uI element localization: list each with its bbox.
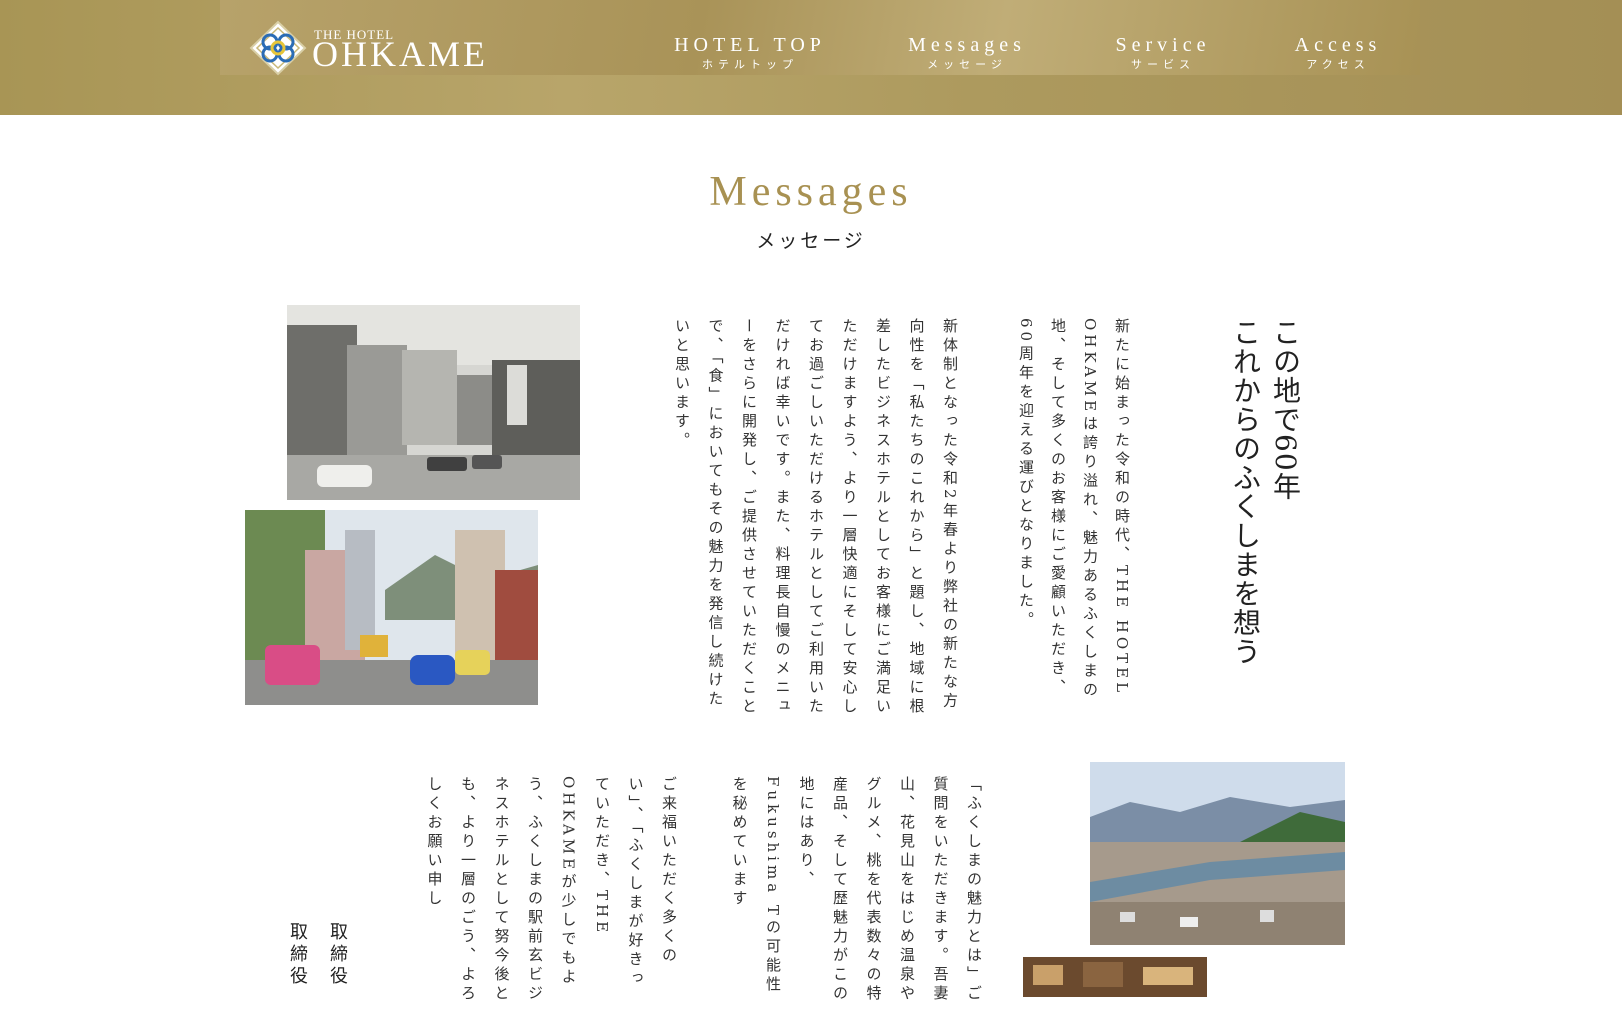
- nav-label-en: Service: [1115, 34, 1211, 56]
- logo-text-main[interactable]: OHKAME: [312, 36, 488, 72]
- city-river-photo: [1090, 762, 1345, 945]
- heading-line-2: これからのふくしまを想う: [1229, 318, 1262, 666]
- nav-label-en: Access: [1294, 34, 1382, 56]
- nav-label-en: Messages: [908, 34, 1026, 56]
- signature-title-1: 取締役: [327, 922, 348, 988]
- nav-label-ja: アクセス: [1306, 58, 1370, 71]
- nav-label-ja: メッセージ: [927, 58, 1007, 71]
- message-paragraph-1: 新たに始まった令和の時代、THE HOTEL OHKAMEは誇り溢れ、魅力あるふ…: [1017, 318, 1131, 701]
- nav-access[interactable]: Access アクセス: [1278, 34, 1398, 72]
- nav-hotel-top[interactable]: HOTEL TOP ホテルトップ: [660, 34, 840, 72]
- message-heading: この地で60年 これからのふくしまを想う: [1225, 318, 1305, 698]
- page-title: Messages: [709, 169, 913, 215]
- message-paragraph-3: 「ふくしまの魅力とは」ご質問をいただきます。吾妻山、花見山をはじめ温泉やグルメ、…: [730, 776, 984, 1004]
- nav-service[interactable]: Service サービス: [1098, 34, 1228, 72]
- ohkame-logo-icon[interactable]: [248, 20, 308, 76]
- heading-line-1: この地で60年: [1269, 318, 1302, 501]
- nav-label-ja: ホテルトップ: [702, 58, 798, 71]
- message-paragraph-4: ご来福いただく多くのい」、「ふくしまが好きっていただき、THE OHKAMEが少…: [425, 776, 679, 1004]
- nav-label-en: HOTEL TOP: [674, 34, 826, 56]
- nav-label-ja: サービス: [1131, 58, 1195, 71]
- header-bar: THE HOTEL OHKAME HOTEL TOP ホテルトップ Messag…: [220, 0, 1420, 76]
- nav-messages[interactable]: Messages メッセージ: [892, 34, 1042, 72]
- restaurant-photo: [1023, 957, 1207, 997]
- old-street-photo: [287, 305, 580, 500]
- page-subtitle: メッセージ: [756, 230, 866, 252]
- site-header: THE HOTEL OHKAME HOTEL TOP ホテルトップ Messag…: [0, 0, 1622, 115]
- signature: 取締役 取締役: [287, 922, 357, 1012]
- message-paragraph-2: 新体制となった令和2年春より弊社の新たな方向性を「私たちのこれから」と題し、地域…: [673, 318, 959, 717]
- signature-title-2: 取締役: [287, 922, 308, 988]
- modern-street-photo: [245, 510, 538, 705]
